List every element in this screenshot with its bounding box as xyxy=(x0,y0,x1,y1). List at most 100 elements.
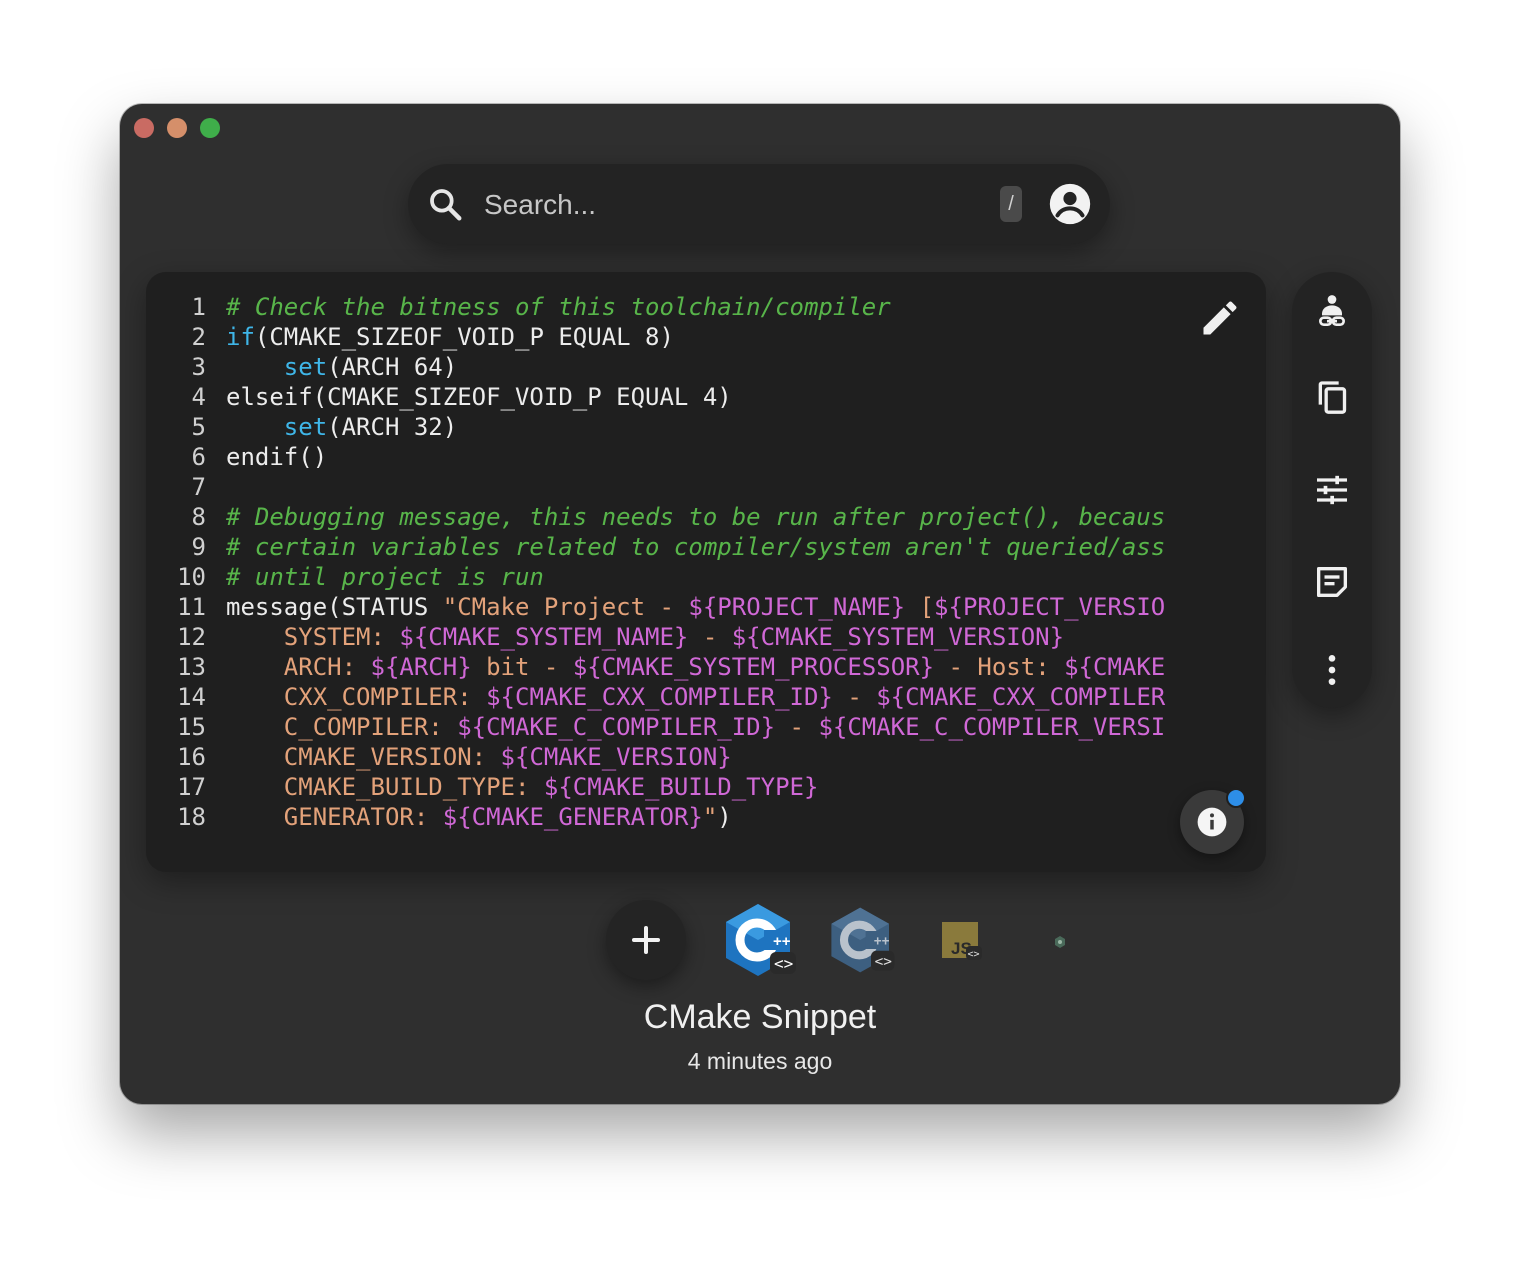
code-token: ${CMAKE_SYSTEM_NAME} xyxy=(399,623,689,651)
code-line: 14 CXX_COMPILER: ${CMAKE_CXX_COMPILER_ID… xyxy=(166,682,1179,712)
code-line: 18 GENERATOR: ${CMAKE_GENERATOR}") xyxy=(166,802,1179,832)
add-snippet-button[interactable] xyxy=(606,900,686,980)
share-link-icon[interactable] xyxy=(1312,292,1352,332)
code-token: ARCH: xyxy=(226,653,371,681)
app-window: / 1 # Check the bitness of this toolchain… xyxy=(120,104,1400,1104)
code-token: - xyxy=(688,623,732,651)
tune-icon[interactable] xyxy=(1312,470,1352,510)
code-line: 5 set(ARCH 32) xyxy=(166,412,1179,442)
code-token: elseif(CMAKE_SIZEOF_VOID_P EQUAL 4) xyxy=(226,383,732,411)
cpp-logo-icon: ++ <> xyxy=(726,904,796,976)
code-token: CMAKE_BUILD_TYPE: xyxy=(226,773,544,801)
code-token: ${CMAKE_GENERATOR} xyxy=(442,803,703,831)
line-number: 15 xyxy=(177,713,206,741)
code-token: ${PROJECT_VERSIO xyxy=(934,593,1166,621)
code-line: 7 xyxy=(166,472,1179,502)
code-viewer: 1 # Check the bitness of this toolchain/c… xyxy=(146,272,1266,872)
search-icon xyxy=(430,189,462,221)
close-window-button[interactable] xyxy=(134,118,154,138)
line-number: 13 xyxy=(177,653,206,681)
code-token: - Host: xyxy=(934,653,1065,681)
line-number: 5 xyxy=(191,413,206,441)
code-token: set xyxy=(283,353,328,381)
line-number: 12 xyxy=(177,623,206,651)
code-token: ${CMAKE_SYSTEM_VERSION} xyxy=(731,623,1065,651)
code-token: set xyxy=(283,413,328,441)
code-token: ${PROJECT_NAME} xyxy=(688,593,906,621)
language-tab-cpp[interactable]: ++ <> xyxy=(826,904,898,976)
notes-icon[interactable] xyxy=(1312,562,1352,602)
code-line: 4 elseif(CMAKE_SIZEOF_VOID_P EQUAL 4) xyxy=(166,382,1179,412)
plus-icon xyxy=(632,926,660,954)
language-tab-javascript[interactable]: JS <> xyxy=(940,920,984,964)
cpp-logo-icon: ++ <> xyxy=(831,907,895,973)
line-number: 8 xyxy=(191,503,206,531)
line-number: 6 xyxy=(191,443,206,471)
search-shortcut-key: / xyxy=(1000,186,1022,222)
line-content: elseif(CMAKE_SIZEOF_VOID_P EQUAL 4) xyxy=(226,382,732,412)
javascript-logo-icon: JS <> xyxy=(942,922,982,960)
edit-icon[interactable] xyxy=(1198,296,1242,340)
code-token: - xyxy=(775,713,819,741)
code-token: GENERATOR: xyxy=(226,803,443,831)
code-token: # Debugging message, this needs to be ru… xyxy=(226,503,1166,531)
code-token: - xyxy=(832,683,877,711)
code-line: 8 # Debugging message, this needs to be r… xyxy=(166,502,1179,532)
svg-text:++: ++ xyxy=(773,933,791,950)
notification-dot xyxy=(1226,788,1246,808)
code-line: 2 if(CMAKE_SIZEOF_VOID_P EQUAL 8) xyxy=(166,322,1179,352)
code-line: 15 C_COMPILER: ${CMAKE_C_COMPILER_ID} - … xyxy=(166,712,1179,742)
language-tab-other[interactable] xyxy=(1052,934,1068,950)
svg-text:<>: <> xyxy=(968,949,980,960)
line-content: C_COMPILER: ${CMAKE_C_COMPILER_ID} - ${C… xyxy=(226,712,1165,742)
svg-text:<>: <> xyxy=(875,954,893,970)
code-block[interactable]: 1 # Check the bitness of this toolchain/c… xyxy=(166,292,1179,832)
svg-text:<>: <> xyxy=(774,954,793,973)
code-token: [ xyxy=(905,593,935,621)
code-token: # Check the bitness of this toolchain/co… xyxy=(226,293,891,321)
snippet-title: CMake Snippet xyxy=(643,998,877,1036)
search-input[interactable] xyxy=(482,182,986,228)
line-number: 2 xyxy=(191,323,206,351)
line-content: SYSTEM: ${CMAKE_SYSTEM_NAME} - ${CMAKE_S… xyxy=(226,622,1064,652)
code-line: 13 ARCH: ${ARCH} bit - ${CMAKE_SYSTEM_PR… xyxy=(166,652,1179,682)
code-token: bit - xyxy=(471,653,573,681)
small-language-icon xyxy=(1055,936,1065,948)
line-content: # until project is run xyxy=(226,562,544,592)
copy-icon[interactable] xyxy=(1312,378,1352,418)
line-content: CMAKE_BUILD_TYPE: ${CMAKE_BUILD_TYPE} xyxy=(226,772,819,802)
maximize-window-button[interactable] xyxy=(200,118,220,138)
code-line: 17 CMAKE_BUILD_TYPE: ${CMAKE_BUILD_TYPE} xyxy=(166,772,1179,802)
code-token: # certain variables related to compiler/… xyxy=(226,533,1166,561)
line-number: 17 xyxy=(177,773,206,801)
code-line: 9 # certain variables related to compiler… xyxy=(166,532,1179,562)
line-content: set(ARCH 64) xyxy=(226,352,457,382)
info-button[interactable] xyxy=(1180,788,1246,854)
account-icon[interactable] xyxy=(1048,182,1092,226)
code-token: " xyxy=(702,803,718,831)
line-number: 9 xyxy=(191,533,206,561)
code-token: ${CMAKE_C_COMPILER_ID} xyxy=(457,713,776,741)
code-token: ${CMAKE_CXX_COMPILER_ID} xyxy=(486,683,833,711)
code-token: ${CMAKE_VERSION} xyxy=(500,743,732,771)
line-content: set(ARCH 32) xyxy=(226,412,457,442)
line-content: endif() xyxy=(226,442,327,472)
more-vert-icon[interactable] xyxy=(1312,650,1352,690)
code-token: (CMAKE_SIZEOF_VOID_P EQUAL 8) xyxy=(254,323,674,351)
code-token: # until project is run xyxy=(226,563,544,591)
code-token: ${CMAKE_SYSTEM_PROCESSOR} xyxy=(572,653,935,681)
line-number: 3 xyxy=(191,353,206,381)
code-line: 1 # Check the bitness of this toolchain/c… xyxy=(166,292,1179,322)
code-token: message(STATUS xyxy=(226,593,443,621)
code-token: ${CMAKE xyxy=(1064,653,1166,681)
language-tab-cpp-active[interactable]: ++ <> xyxy=(720,900,800,980)
code-token: (ARCH 32) xyxy=(327,413,458,441)
minimize-window-button[interactable] xyxy=(167,118,187,138)
line-number: 7 xyxy=(191,473,206,501)
code-line: 12 SYSTEM: ${CMAKE_SYSTEM_NAME} - ${CMAK… xyxy=(166,622,1179,652)
code-token: C_COMPILER: xyxy=(226,713,458,741)
action-sidebar xyxy=(1292,272,1372,708)
line-number: 1 xyxy=(191,293,206,321)
code-token: "CMake Project - xyxy=(442,593,689,621)
